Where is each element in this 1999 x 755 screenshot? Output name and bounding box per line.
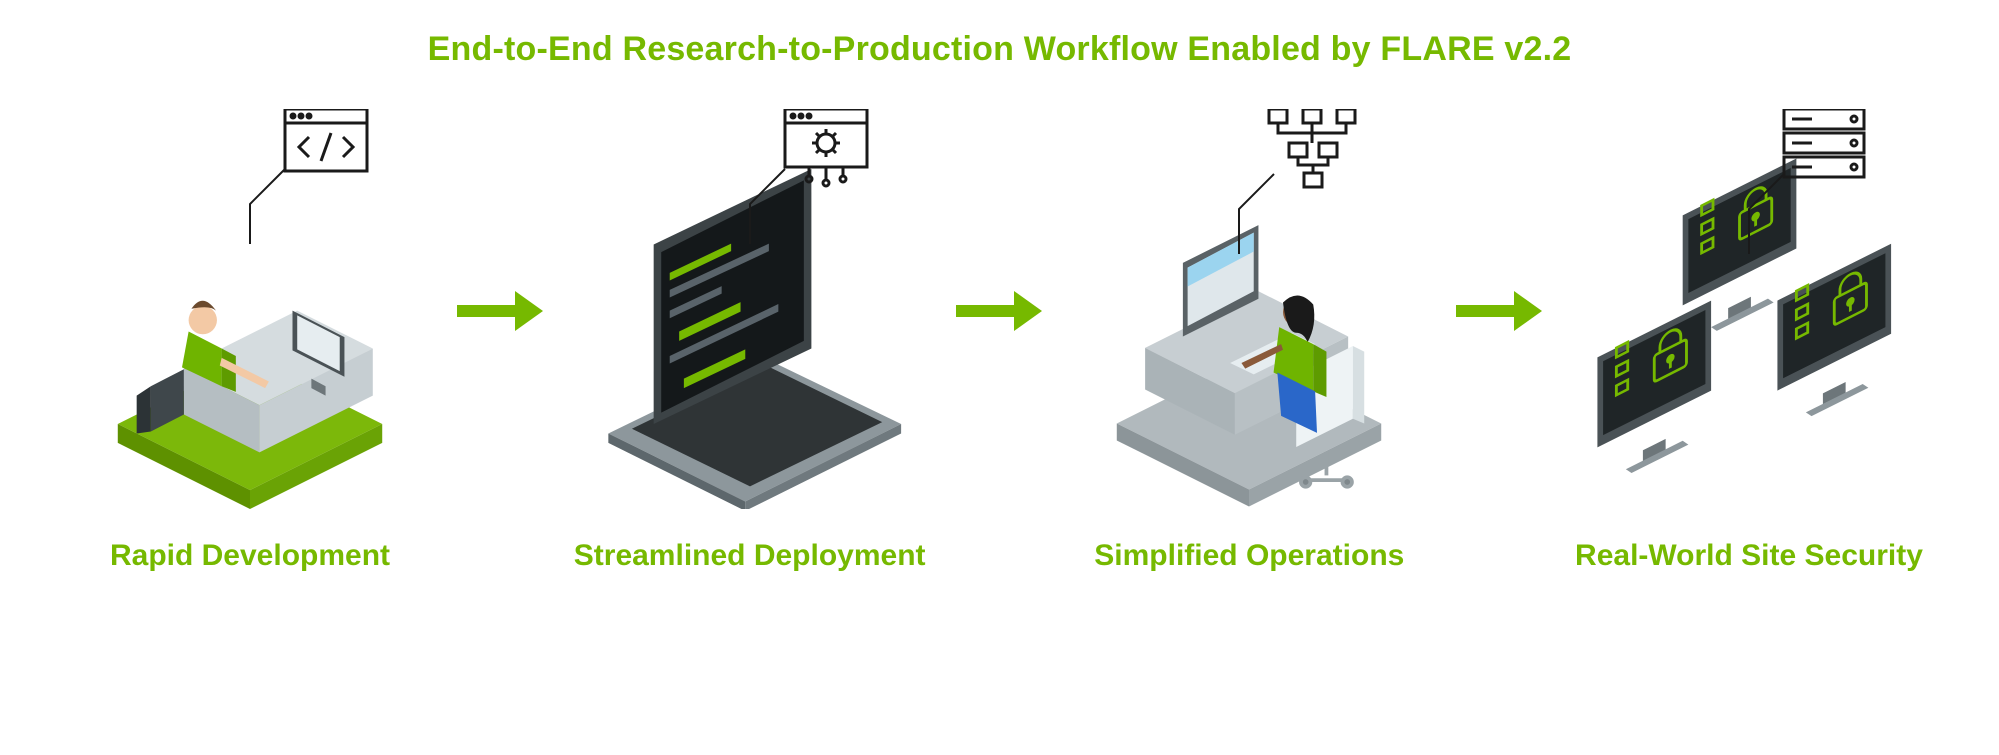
- gear-window-icon: [740, 109, 870, 254]
- arrow-icon: [450, 291, 550, 331]
- workflow-row: Rapid Development: [50, 129, 1949, 573]
- stage-label: Rapid Development: [110, 539, 390, 573]
- stage-streamlined-deployment: Streamlined Deployment: [570, 129, 930, 573]
- server-rack-icon: [1739, 109, 1869, 264]
- arrow-icon: [949, 291, 1049, 331]
- stage-label: Real-World Site Security: [1575, 539, 1923, 573]
- arrow-icon: [1449, 291, 1549, 331]
- diagram-title: End-to-End Research-to-Production Workfl…: [50, 30, 1949, 69]
- stage-simplified-operations: Simplified Operations: [1069, 129, 1429, 573]
- stage-real-world-security: Real-World Site Security: [1569, 129, 1929, 573]
- stage-label: Streamlined Deployment: [574, 539, 926, 573]
- code-window-icon: [240, 109, 370, 254]
- flowchart-icon: [1229, 109, 1369, 264]
- stage-label: Simplified Operations: [1094, 539, 1404, 573]
- stage-rapid-development: Rapid Development: [70, 129, 430, 573]
